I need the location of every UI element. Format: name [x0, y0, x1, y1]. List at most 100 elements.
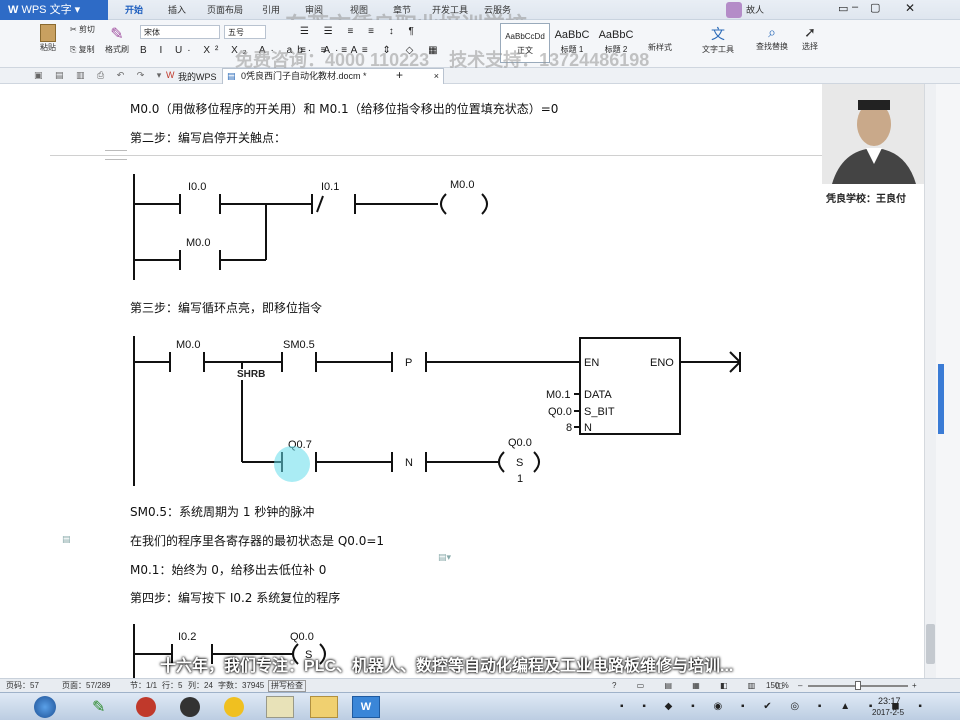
user-name[interactable]: 故人 — [746, 3, 764, 16]
status-word-count[interactable]: 字数：37945 — [218, 679, 264, 692]
doc-step3: 第三步：编写循环点亮，即移位指令 — [130, 301, 323, 315]
doc-step4: 第四步：编写按下 I0.2 系统复位的程序 — [130, 591, 341, 605]
presenter-caption: 凭良学校：王良付 — [826, 194, 906, 205]
clock-time[interactable]: 23:17 — [878, 696, 901, 706]
contact-i0-0: I0.0 — [188, 181, 206, 193]
select-button[interactable]: ➚ 选择 — [798, 24, 822, 52]
vertical-scrollbar[interactable] — [924, 84, 936, 678]
spell-check-button[interactable]: 拼写检查 — [268, 680, 306, 692]
taskbar-app-camera-icon[interactable] — [180, 697, 200, 717]
copy-label: 复制 — [78, 45, 95, 54]
coil-q0-0-reset: Q0.0 — [290, 631, 314, 643]
clock-date[interactable]: 2017-2-5 — [872, 708, 904, 717]
tab-references[interactable]: 引用 — [262, 3, 280, 16]
new-tab-icon[interactable]: + — [396, 68, 403, 82]
cut-label: 剪切 — [78, 25, 95, 34]
tab-page-layout[interactable]: 页面布局 — [207, 3, 243, 16]
side-panel-tab[interactable] — [938, 364, 944, 434]
select-label: 选择 — [802, 42, 818, 51]
paragraph-marker-icon[interactable]: ▤ — [62, 534, 71, 545]
taskbar-app-qq-icon[interactable] — [224, 697, 244, 717]
document-page[interactable]: M0.0（用做移位程序的开关用）和 M0.1（给移位指令移出的位置填充状态）=0… — [0, 84, 924, 678]
presenter-video — [822, 84, 926, 184]
taskbar-app-recorder-icon[interactable] — [136, 697, 156, 717]
document-icon: ▤ — [227, 71, 236, 81]
taskbar-app-wps-icon[interactable]: W — [352, 696, 380, 718]
tab-home[interactable]: 开始 — [125, 3, 143, 16]
zoom-slider-thumb[interactable] — [855, 681, 861, 690]
minimize-icon[interactable]: – — [852, 1, 858, 13]
shrb-data-pin: DATA — [584, 389, 612, 401]
style-normal-preview: AaBbCcDd — [505, 32, 545, 41]
contact-i0-1: I0.1 — [321, 181, 339, 193]
chevron-down-icon: ▾ — [71, 4, 81, 16]
windows-taskbar: ✎ W ▪ ▪ ◆ ▪ ◉ ▪ ✔ ◎ ▪ ▲ ▪ ◼ ▪ 23:17 2017… — [0, 692, 960, 720]
font-name-select[interactable]: 宋体 — [140, 25, 220, 39]
start-button-icon[interactable] — [34, 696, 56, 718]
page-break-line — [50, 155, 822, 156]
cut-button[interactable]: ✂ 剪切 — [70, 24, 95, 35]
text-tools-icon: 文 — [711, 26, 725, 42]
shrb-n-value: 8 — [566, 422, 572, 434]
zoom-level[interactable]: 150 % — [766, 679, 789, 692]
status-col: 列：24 — [188, 681, 213, 690]
shrb-data-value: M0.1 — [546, 389, 570, 401]
taskbar-app-notes-icon[interactable] — [266, 696, 294, 718]
wps-app-menu-button[interactable]: W WPS 文字 ▾ — [0, 0, 108, 20]
maximize-icon[interactable]: ▢ — [870, 1, 880, 14]
my-wps-tab[interactable]: 我的WPS — [178, 70, 217, 83]
contact-sm0-5: SM0.5 — [283, 339, 315, 351]
paste-label: 粘贴 — [40, 43, 56, 52]
new-style-button[interactable]: 新样式 — [648, 42, 672, 53]
shrb-block-title: SHRB — [614, 334, 642, 337]
taskbar-app-folder-icon[interactable] — [310, 696, 338, 718]
close-tab-icon[interactable]: × — [434, 69, 439, 83]
zoom-in-icon[interactable]: + — [912, 679, 917, 692]
coil-set-count: 1 — [517, 473, 523, 485]
wps-home-icon: W — [166, 70, 175, 80]
format-painter-button[interactable]: ✎ 格式刷 — [104, 24, 130, 55]
style-heading2-preview: AaBbC — [598, 29, 634, 41]
pointer-icon: ➚ — [804, 24, 816, 40]
quick-access-icons[interactable]: ▣ ▤ ▥ ⎙ ↶ ↷ ▾ — [34, 70, 166, 81]
status-pages[interactable]: 页面：57/289 — [62, 679, 110, 692]
restore-ribbon-icon[interactable]: ▭ — [838, 2, 848, 15]
find-replace-button[interactable]: ⌕ 查找替换 — [750, 24, 794, 52]
shrb-sbit-value: Q0.0 — [548, 406, 572, 418]
taskbar-app-pen-icon[interactable]: ✎ — [92, 697, 105, 717]
zoom-out-icon[interactable]: – — [798, 679, 802, 692]
watermark-support: 技术支持：13724486198 — [449, 50, 650, 70]
contact-m0-0-seal: M0.0 — [186, 237, 210, 249]
quick-access-bar: ▣ ▤ ▥ ⎙ ↶ ↷ ▾ W 我的WPS — [0, 68, 960, 84]
text-tools-button[interactable]: 文 文字工具 — [696, 24, 740, 55]
coil-set-type: S — [516, 457, 523, 469]
status-bar: 页码：57 页面：57/289 节：1/1 行：5 列：24 字数：37945 … — [0, 678, 960, 692]
shrb-en-pin: EN — [584, 357, 599, 369]
paragraph-format-icons[interactable]: ☰ ☰ ≡ ≡ ↕ ¶ — [300, 26, 420, 37]
doc-note-initial-state: 在我们的程序里各寄存器的最初状态是 Q0.0=1 — [130, 534, 385, 548]
doc-line-m0-0: M0.0（用做移位程序的开关用）和 M0.1（给移位指令移出的位置填充状态）=0 — [130, 102, 559, 116]
edge-p-label: P — [405, 357, 412, 369]
user-avatar-icon[interactable] — [726, 2, 742, 18]
shrb-block-label: SHRB — [236, 369, 267, 380]
clipboard-icon — [40, 24, 56, 42]
app-name: WPS 文字 — [21, 4, 72, 16]
ladder-shift-register-rung: M0.0 SM0.5 P SHRB EN ENO DATA S_BIT N M0… — [133, 334, 741, 486]
document-tab[interactable]: ▤ 0凭良西门子自动化教材.docm * × — [222, 68, 444, 84]
close-icon[interactable]: ✕ — [905, 1, 915, 15]
doc-note-m0-1: M0.1：始终为 0，给移出去低位补 0 — [130, 563, 327, 577]
font-size-select[interactable]: 五号 — [224, 25, 266, 39]
paste-button[interactable]: 粘贴 — [36, 24, 60, 53]
shrb-eno-pin: ENO — [650, 357, 674, 369]
copy-button[interactable]: ⎘ 复制 — [70, 44, 95, 55]
scissors-icon: ✂ — [70, 25, 77, 34]
mouse-cursor-highlight — [274, 446, 310, 482]
page-break-marker — [105, 150, 127, 160]
ladder-start-stop-rung: I0.0 I0.1 M0.0 M0.0 — [133, 174, 488, 280]
paste-options-icon[interactable]: ▤▾ — [438, 552, 451, 563]
tab-insert[interactable]: 插入 — [168, 3, 186, 16]
doc-step2: 第二步：编写启停开关触点： — [130, 131, 287, 145]
contact-m0-0: M0.0 — [176, 339, 200, 351]
scrollbar-thumb[interactable] — [926, 624, 935, 664]
find-replace-label: 查找替换 — [756, 42, 788, 51]
